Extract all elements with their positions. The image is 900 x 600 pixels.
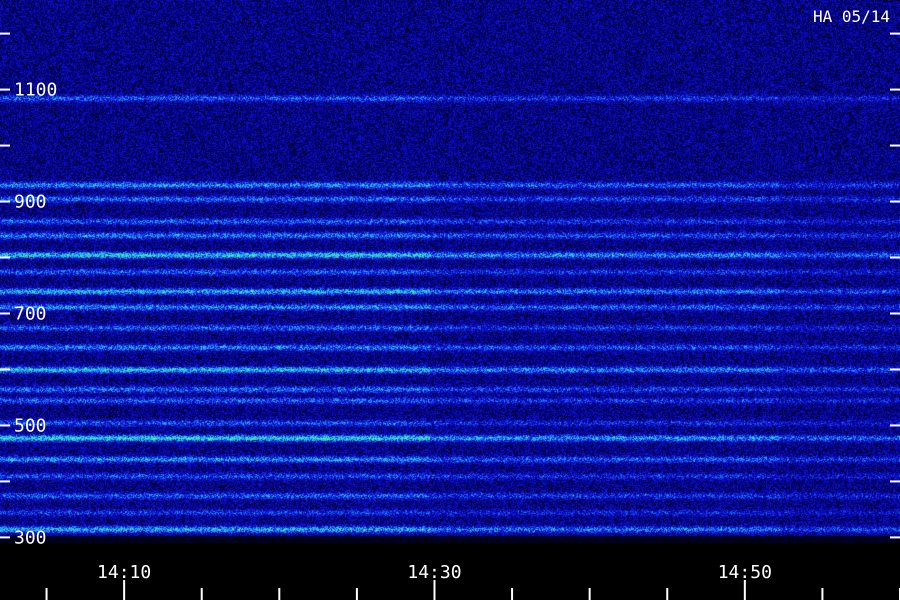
y-tick-label-300: 300 bbox=[14, 527, 47, 548]
x-axis: 14:10 14:30 14:50 bbox=[45, 562, 900, 600]
chart-title: HA 05/14 bbox=[813, 7, 890, 26]
y-tick-label-700: 700 bbox=[14, 303, 47, 324]
x-tick-label-14:30: 14:30 bbox=[407, 562, 461, 583]
y-tick-label-500: 500 bbox=[14, 415, 47, 436]
spectrogram-chart: HA 05/14 300 500 700 900 1100 14:10 14:30 14:5… bbox=[0, 0, 900, 600]
y-axis: 300 500 700 900 1100 bbox=[0, 32, 900, 548]
chart-overlay: HA 05/14 300 500 700 900 1100 14:10 14:30 14:5… bbox=[0, 7, 900, 600]
x-tick-label-14:10: 14:10 bbox=[97, 562, 151, 583]
y-tick-label-1100: 1100 bbox=[14, 80, 57, 101]
x-tick-label-14:50: 14:50 bbox=[718, 562, 772, 583]
y-tick-label-900: 900 bbox=[14, 192, 47, 213]
